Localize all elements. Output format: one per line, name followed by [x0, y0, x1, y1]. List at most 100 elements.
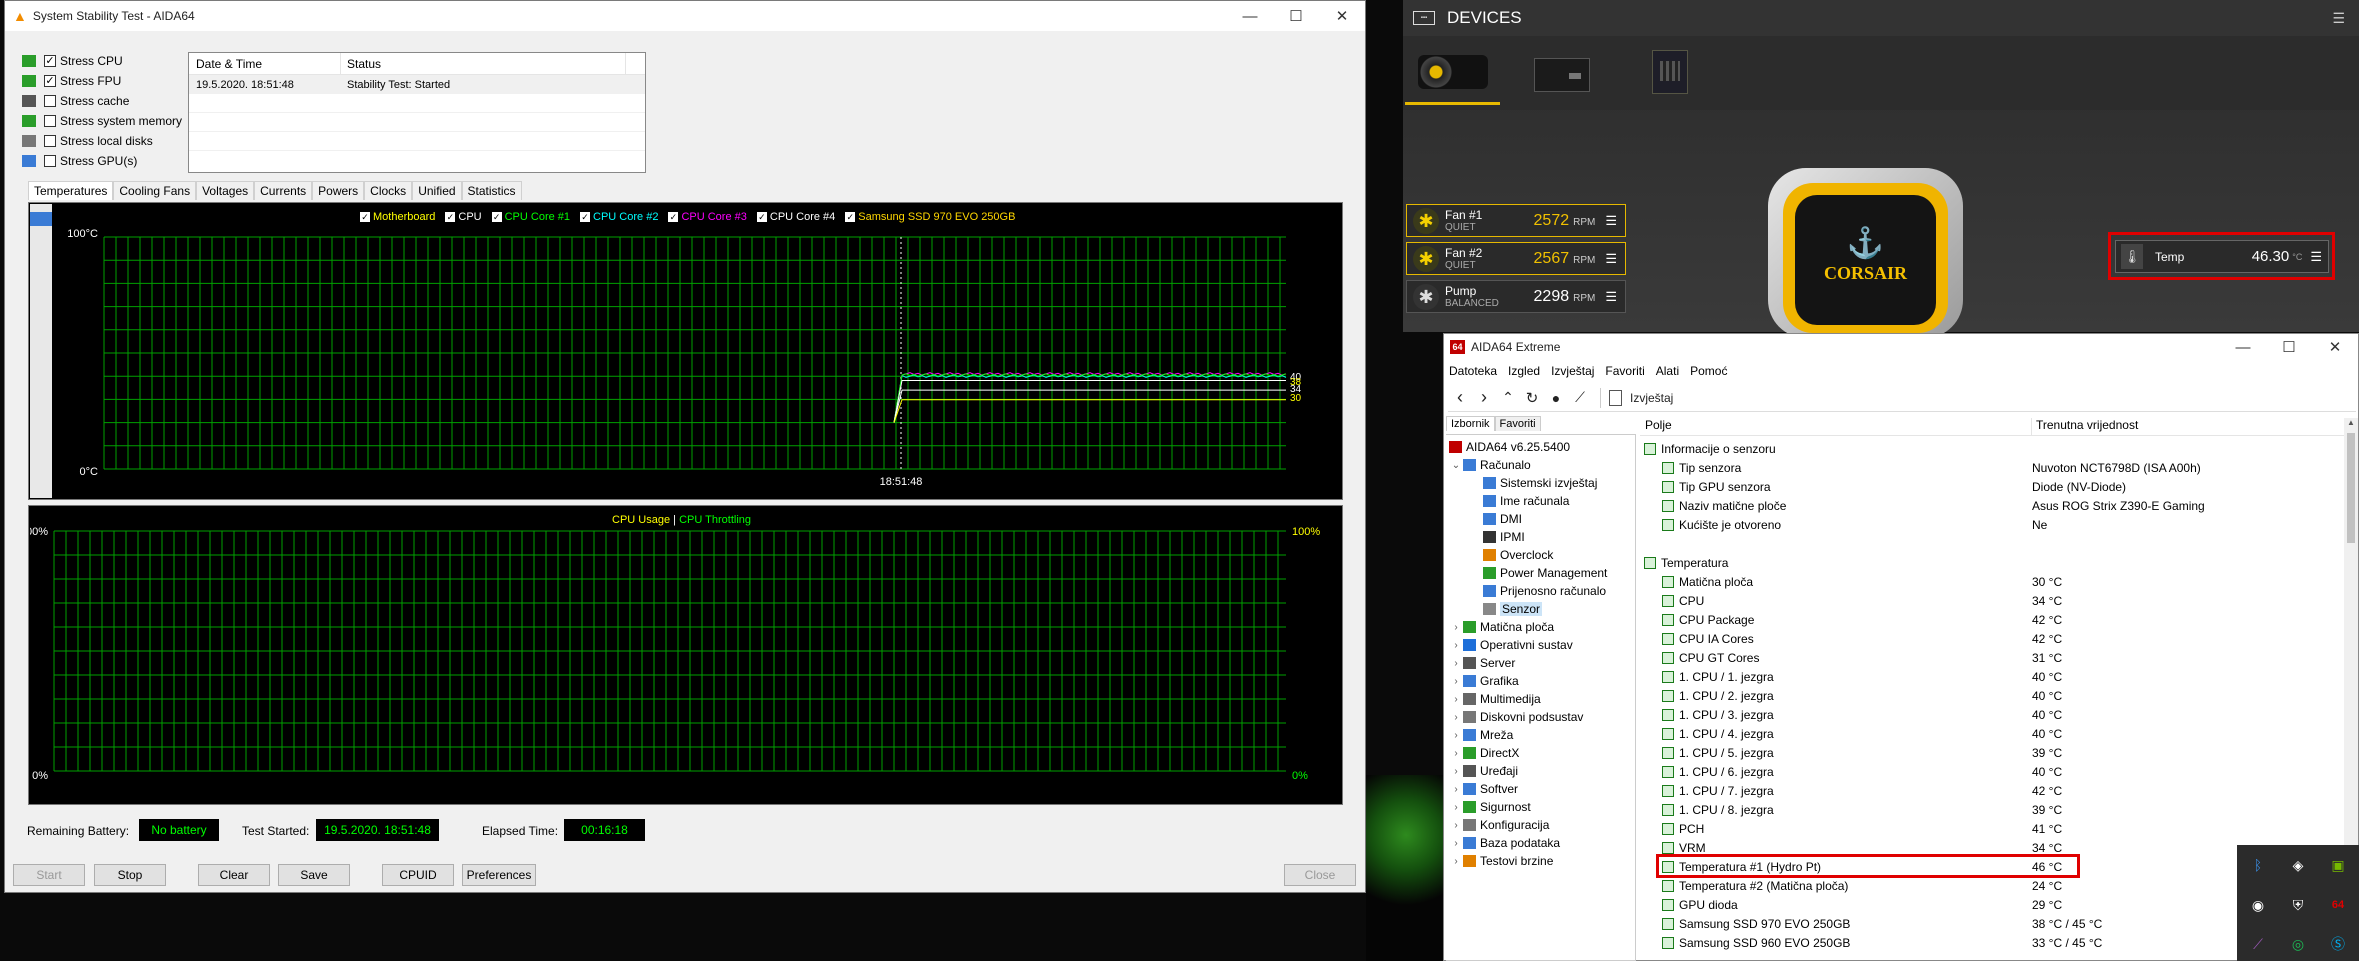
table-row[interactable]: CPU Package 42 °C	[1640, 610, 2357, 629]
table-row[interactable]	[1640, 534, 2357, 553]
legend-checkbox[interactable]: ✓	[360, 212, 370, 222]
legend-item[interactable]: ✓ CPU Core #4	[756, 211, 835, 223]
graph-scroll[interactable]	[30, 204, 52, 498]
tree-item[interactable]: › Grafika	[1449, 672, 1518, 690]
aida64-tray-icon[interactable]: 64	[2328, 895, 2348, 915]
menu-3[interactable]: Favoriti	[1605, 364, 1644, 378]
table-row[interactable]: Tip senzora Nuvoton NCT6798D (ISA A00h)	[1640, 458, 2357, 477]
expand-icon[interactable]: ›	[1449, 694, 1463, 705]
cpuid-button[interactable]: CPUID	[382, 864, 454, 886]
preferences-button[interactable]: Preferences	[462, 864, 536, 886]
table-row[interactable]: 1. CPU / 1. jezgra 40 °C	[1640, 667, 2357, 686]
aida-maximize-button[interactable]: ☐	[2266, 338, 2312, 356]
legend-checkbox[interactable]: ✓	[445, 212, 456, 222]
tree-item[interactable]: Power Management	[1483, 564, 1607, 582]
table-row[interactable]: Naziv matične ploče Asus ROG Strix Z390-E…	[1640, 496, 2357, 515]
expand-icon[interactable]: ›	[1449, 802, 1463, 813]
table-row[interactable]: 1. CPU / 2. jezgra 40 °C	[1640, 686, 2357, 705]
device-psu-tab[interactable]	[1534, 58, 1590, 92]
temp-widget[interactable]: 🌡 Temp 46.30 °C ☰	[2108, 232, 2335, 280]
legend-item[interactable]: ✓ Motherboard	[360, 211, 435, 223]
legend-item[interactable]: ✓ CPU Core #3	[668, 211, 747, 223]
tree-item[interactable]: › Softver	[1449, 780, 1518, 798]
table-row[interactable]: 1. CPU / 3. jezgra 40 °C	[1640, 705, 2357, 724]
tree-item[interactable]: Prijenosno računalo	[1483, 582, 1606, 600]
tree-item[interactable]: › Konfiguracija	[1449, 816, 1549, 834]
fan-control-2[interactable]: ✱ Fan #2 QUIET 2567 RPM ☰	[1406, 242, 1626, 275]
fan-menu-icon[interactable]: ☰	[1605, 251, 1617, 267]
table-row[interactable]: 19.5.2020. 18:51:48 Stability Test: Star…	[189, 75, 645, 94]
tab-favoriti[interactable]: Favoriti	[1494, 416, 1541, 431]
fan-control-1[interactable]: ✱ Fan #1 QUIET 2572 RPM ☰	[1406, 204, 1626, 237]
col-field[interactable]: Polje	[1640, 418, 2032, 435]
expand-icon[interactable]: ›	[1449, 622, 1463, 633]
chart-icon[interactable]: ⟋	[1568, 389, 1592, 406]
report-button[interactable]: Izvještaj	[1630, 391, 1673, 405]
tree-item[interactable]: IPMI	[1483, 528, 1525, 546]
device-cooler-tab[interactable]	[1405, 45, 1500, 105]
stress-option[interactable]: Stress system memory	[22, 111, 192, 131]
tab-unified[interactable]: Unified	[412, 181, 462, 200]
tree-item[interactable]: DMI	[1483, 510, 1522, 528]
security-icon[interactable]: ⛨	[2288, 895, 2308, 915]
menu-2[interactable]: Izvještaj	[1551, 364, 1594, 378]
icue-menu-icon[interactable]: ☰	[2332, 10, 2345, 27]
table-row[interactable]: CPU IA Cores 42 °C	[1640, 629, 2357, 648]
save-button[interactable]: Save	[278, 864, 350, 886]
user-icon[interactable]: ●	[1544, 390, 1568, 406]
tab-powers[interactable]: Powers	[312, 181, 365, 200]
bluetooth-icon[interactable]: ᛒ	[2248, 855, 2268, 875]
tree-item[interactable]: Overclock	[1483, 546, 1553, 564]
expand-icon[interactable]: ›	[1449, 766, 1463, 777]
table-row[interactable]: Matična ploča 30 °C	[1640, 572, 2357, 591]
stress-option[interactable]: ✓ Stress CPU	[22, 51, 192, 71]
forward-icon[interactable]: ›	[1472, 387, 1496, 408]
up-icon[interactable]: ⌃	[1496, 389, 1520, 406]
expand-icon[interactable]: ›	[1449, 856, 1463, 867]
expand-icon[interactable]: ›	[1449, 784, 1463, 795]
stress-checkbox[interactable]	[44, 155, 56, 167]
expand-icon[interactable]: ›	[1449, 640, 1463, 651]
maximize-button[interactable]: ☐	[1273, 7, 1319, 25]
table-row[interactable]: 1. CPU / 4. jezgra 40 °C	[1640, 724, 2357, 743]
table-row[interactable]: 1. CPU / 5. jezgra 39 °C	[1640, 743, 2357, 762]
expand-icon[interactable]: ›	[1449, 730, 1463, 741]
tree-item[interactable]: › Testovi brzine	[1449, 852, 1553, 870]
section-header[interactable]: Temperatura	[1640, 553, 2357, 572]
tree-item[interactable]: › Sigurnost	[1449, 798, 1530, 816]
table-row[interactable]: Tip GPU senzora Diode (NV-Diode)	[1640, 477, 2357, 496]
tab-currents[interactable]: Currents	[254, 181, 313, 200]
device-board-tab[interactable]	[1652, 50, 1688, 94]
stress-option[interactable]: Stress local disks	[22, 131, 192, 151]
stop-button[interactable]: Stop	[94, 864, 166, 886]
tree-item[interactable]: Senzor	[1483, 600, 1543, 618]
tab-izbornik[interactable]: Izbornik	[1446, 416, 1495, 431]
legend-checkbox[interactable]: ✓	[491, 212, 502, 222]
nvidia-share-icon[interactable]: ◈	[2288, 855, 2308, 875]
clear-button[interactable]: Clear	[198, 864, 270, 886]
expand-icon[interactable]: ›	[1449, 748, 1463, 759]
table-row[interactable]: 1. CPU / 7. jezgra 42 °C	[1640, 781, 2357, 800]
table-row[interactable]: CPU 34 °C	[1640, 591, 2357, 610]
tree-item[interactable]: › Mreža	[1449, 726, 1513, 744]
report-icon[interactable]	[1609, 389, 1622, 406]
legend-item[interactable]: ✓ CPU Core #1	[491, 211, 570, 223]
stress-checkbox[interactable]	[44, 135, 56, 147]
tab-statistics[interactable]: Statistics	[461, 181, 522, 200]
expand-icon[interactable]: ›	[1449, 838, 1463, 849]
menu-5[interactable]: Pomoć	[1690, 364, 1727, 378]
tree-item[interactable]: Sistemski izvještaj	[1483, 474, 1597, 492]
icue-tray-icon[interactable]: ⟋	[2248, 934, 2268, 954]
tree-item[interactable]: › Multimedija	[1449, 690, 1540, 708]
table-row[interactable]: 1. CPU / 6. jezgra 40 °C	[1640, 762, 2357, 781]
tree-item[interactable]: › Server	[1449, 654, 1515, 672]
table-row[interactable]: Kućište je otvoreno Ne	[1640, 515, 2357, 534]
aida-minimize-button[interactable]: —	[2220, 339, 2266, 356]
tree-item[interactable]: › Operativni sustav	[1449, 636, 1572, 654]
close-window-button[interactable]: Close	[1284, 864, 1356, 886]
tree-item[interactable]: Ime računala	[1483, 492, 1569, 510]
legend-item[interactable]: ✓ Samsung SSD 970 EVO 250GB	[845, 211, 1015, 223]
legend-checkbox[interactable]: ✓	[845, 212, 856, 222]
fan-control-3[interactable]: ✱ Pump BALANCED 2298 RPM ☰	[1406, 280, 1626, 313]
close-button[interactable]: ✕	[1319, 7, 1365, 25]
